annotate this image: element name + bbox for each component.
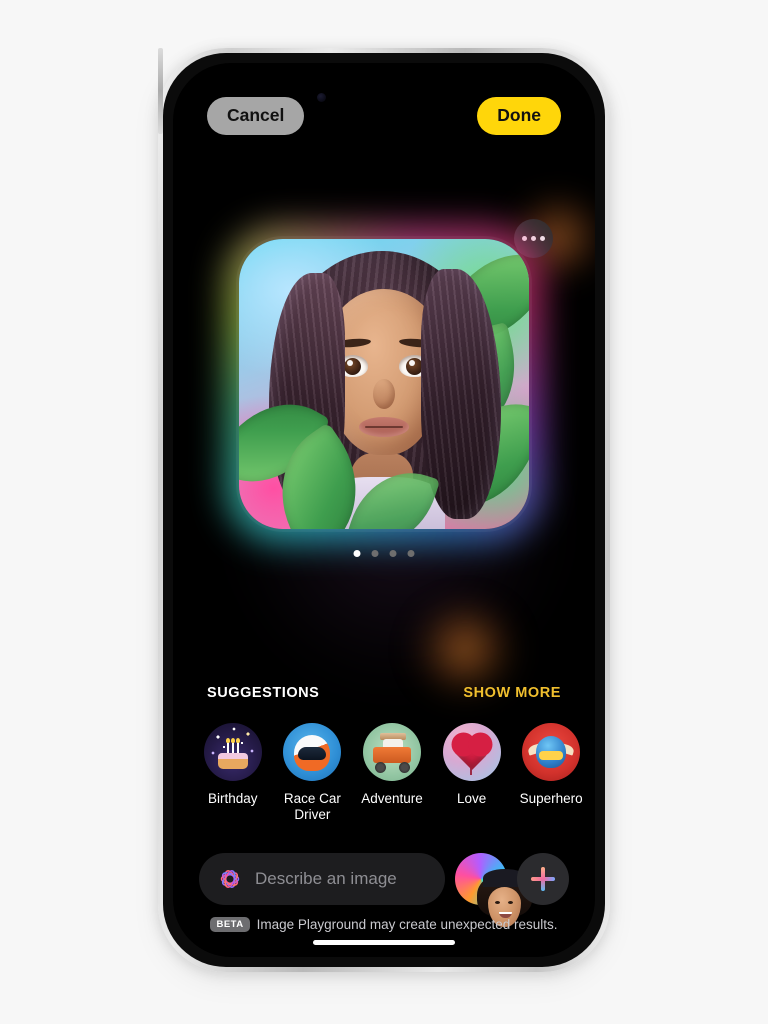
cancel-button[interactable]: Cancel <box>207 97 305 135</box>
suggestion-label: Race Car Driver <box>283 791 341 823</box>
suggestion-label: Adventure <box>361 791 423 806</box>
racing-helmet-icon <box>283 723 342 781</box>
apple-intelligence-icon <box>217 866 243 892</box>
page-dot-1[interactable] <box>353 550 361 557</box>
birthday-cake-icon <box>203 723 262 781</box>
describe-input-placeholder: Describe an image <box>255 869 397 888</box>
home-indicator[interactable] <box>313 940 455 945</box>
suggestion-adventure[interactable]: Adventure <box>360 723 424 807</box>
nose <box>373 379 395 409</box>
suggestion-label: Superhero <box>519 791 583 806</box>
off-road-truck-icon <box>362 723 421 781</box>
show-more-button[interactable]: SHOW MORE <box>463 685 561 701</box>
add-button[interactable] <box>517 853 569 905</box>
suggestion-superhero[interactable]: Superhero <box>519 723 583 807</box>
ellipsis-dot <box>531 236 536 241</box>
suggestion-birthday[interactable]: Birthday <box>201 723 265 807</box>
ambient-glow-bottom-center <box>405 599 525 699</box>
suggestion-label: Birthday <box>208 791 258 806</box>
iris-left <box>344 358 361 375</box>
generated-image[interactable] <box>239 239 529 529</box>
suggestion-love[interactable]: Love <box>440 723 504 807</box>
suggestions-title: SUGGESTIONS <box>207 685 320 701</box>
phone-bezel: Cancel Done SUGGESTIONS SHOW MORE Birthd… <box>163 53 605 967</box>
suggestion-race-car-driver[interactable]: Race Car Driver <box>281 723 345 824</box>
heart-balloon-icon <box>442 723 501 781</box>
generated-image-card[interactable] <box>225 225 543 543</box>
describe-input[interactable]: Describe an image <box>199 853 445 905</box>
page-dot-4[interactable] <box>407 550 415 557</box>
superhero-mask-icon <box>522 723 581 781</box>
phone-screen: Cancel Done SUGGESTIONS SHOW MORE Birthd… <box>173 63 595 957</box>
top-bar: Cancel Done <box>173 97 595 135</box>
input-bar: Describe an image <box>199 853 569 927</box>
disclaimer-text: Image Playground may create unexpected r… <box>256 917 558 932</box>
beta-badge: BETA <box>210 917 250 932</box>
suggestions-row: Birthday Race Car Driver Adventure Love … <box>201 723 583 824</box>
avatar-button[interactable] <box>455 853 532 927</box>
screenshot-stage: Cancel Done SUGGESTIONS SHOW MORE Birthd… <box>0 0 768 1024</box>
lips <box>359 417 409 437</box>
done-button[interactable]: Done <box>477 97 561 135</box>
page-indicator <box>353 550 415 557</box>
suggestions-header: SUGGESTIONS SHOW MORE <box>207 685 561 701</box>
disclaimer: BETA Image Playground may create unexpec… <box>173 917 595 932</box>
suggestion-label: Love <box>456 791 487 806</box>
page-dot-3[interactable] <box>389 550 397 557</box>
page-dot-2[interactable] <box>371 550 379 557</box>
ellipsis-dot <box>540 236 545 241</box>
plus-icon <box>541 867 545 891</box>
phone-frame: Cancel Done SUGGESTIONS SHOW MORE Birthd… <box>158 48 610 972</box>
